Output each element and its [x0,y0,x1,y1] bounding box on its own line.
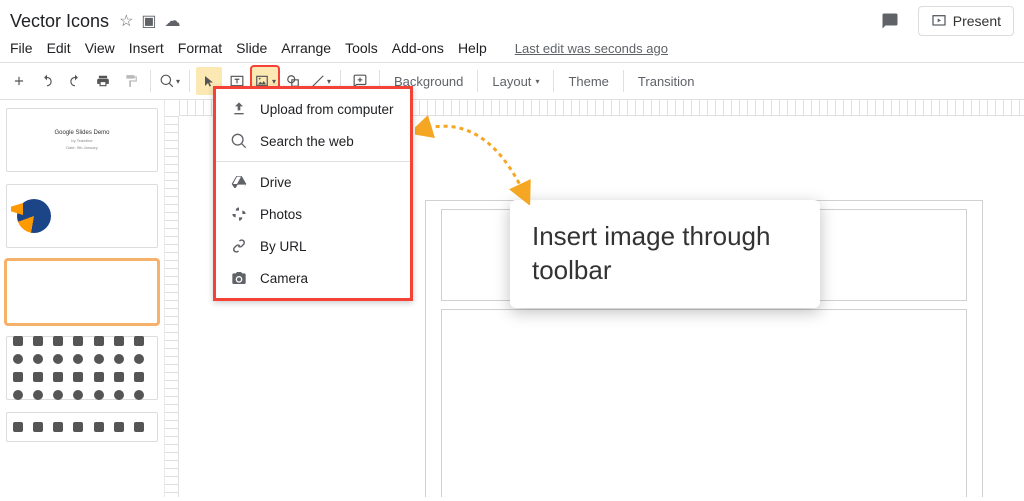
layout-button[interactable]: Layout [484,67,547,95]
zoom-button[interactable]: ▾ [157,67,183,95]
slide-thumb-5[interactable] [6,412,158,442]
paint-format-button[interactable] [118,67,144,95]
menu-edit[interactable]: Edit [47,40,71,56]
cloud-icon[interactable]: ☁ [165,11,181,31]
upload-icon [230,100,248,118]
slide-thumb-2[interactable] [6,184,158,248]
new-slide-button[interactable] [6,67,32,95]
body-placeholder[interactable] [441,309,967,497]
thumb4-icons-row [7,368,157,386]
redo-button[interactable] [62,67,88,95]
doc-title[interactable]: Vector Icons [10,11,109,32]
undo-button[interactable] [34,67,60,95]
slide-thumb-1[interactable]: Google Slides Demo by Teamline Date: 9th… [6,108,158,172]
menu-help[interactable]: Help [458,40,487,56]
menu-upload-label: Upload from computer [260,102,394,117]
thumb1-title: Google Slides Demo [54,130,109,136]
menu-upload-from-computer[interactable]: Upload from computer [216,93,410,125]
slide-thumb-4[interactable] [6,336,158,400]
menu-addons[interactable]: Add-ons [392,40,444,56]
menu-search-label: Search the web [260,134,354,149]
separator [623,70,624,92]
menu-separator [216,161,410,162]
menu-arrange[interactable]: Arrange [281,40,331,56]
comment-icon [881,12,899,30]
slide-filmstrip[interactable]: Google Slides Demo by Teamline Date: 9th… [0,100,165,497]
menu-format[interactable]: Format [178,40,222,56]
menu-slide[interactable]: Slide [236,40,267,56]
menu-drive[interactable]: Drive [216,166,410,198]
menu-url-label: By URL [260,239,307,254]
mini-pie-chart [17,199,51,233]
move-icon[interactable]: ▣ [141,11,156,31]
menu-view[interactable]: View [85,40,115,56]
separator [553,70,554,92]
last-edit-link[interactable]: Last edit was seconds ago [515,41,668,56]
annotation-callout: Insert image through toolbar [510,200,820,308]
present-icon [931,13,947,29]
thumb5-icons-row [7,418,157,436]
chevron-down-icon: ▾ [272,77,276,86]
thumb1-sub1: by Teamline [71,138,92,143]
menu-tools[interactable]: Tools [345,40,378,56]
callout-text: Insert image through toolbar [532,221,770,285]
menubar: File Edit View Insert Format Slide Arran… [0,36,1024,62]
star-icon[interactable]: ☆ [119,11,133,31]
separator [150,70,151,92]
menu-camera[interactable]: Camera [216,262,410,294]
present-label: Present [953,13,1001,29]
menu-insert[interactable]: Insert [129,40,164,56]
insert-image-dropdown: Upload from computer Search the web Driv… [213,86,413,301]
thumb4-icons-row [7,332,157,350]
slide-thumb-3[interactable] [6,260,158,324]
transition-button[interactable]: Transition [630,67,703,95]
menu-photos[interactable]: Photos [216,198,410,230]
titlebar: Vector Icons ☆ ▣ ☁ Present [0,0,1024,36]
theme-button[interactable]: Theme [560,67,616,95]
thumb1-sub2: Date: 9th January [66,145,98,150]
search-icon [230,132,248,150]
open-comments-button[interactable] [876,7,904,35]
menu-drive-label: Drive [260,175,292,190]
separator [189,70,190,92]
menu-photos-label: Photos [260,207,302,222]
title-quick-icons: ☆ ▣ ☁ [119,11,180,31]
photos-icon [230,205,248,223]
menu-by-url[interactable]: By URL [216,230,410,262]
link-icon [230,237,248,255]
print-button[interactable] [90,67,116,95]
menu-file[interactable]: File [10,40,33,56]
menu-camera-label: Camera [260,271,308,286]
present-button[interactable]: Present [918,6,1014,36]
thumb4-icons-row [7,386,157,404]
thumb4-icons-row [7,350,157,368]
drive-icon [230,173,248,191]
ruler-vertical [165,116,179,497]
menu-search-web[interactable]: Search the web [216,125,410,157]
toolbar: ▾ ▾ ▾ Background Layout Theme Transition [0,62,1024,100]
separator [477,70,478,92]
camera-icon [230,269,248,287]
